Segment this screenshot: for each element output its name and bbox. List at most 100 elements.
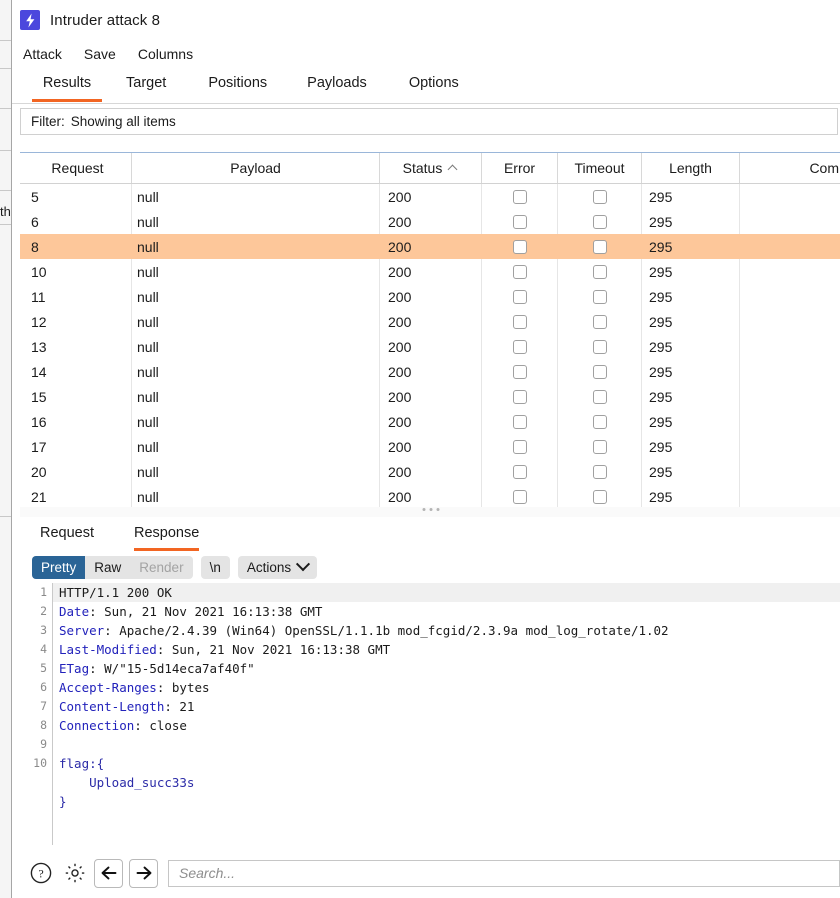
tab-target[interactable]: Target [126,68,166,102]
search-previous-button[interactable] [94,858,123,888]
arrow-left-icon [101,866,116,880]
timeout-checkbox[interactable] [593,189,607,204]
cell-error [482,309,558,334]
tab-payloads[interactable]: Payloads [307,68,367,102]
column-header-status[interactable]: Status [380,153,482,183]
header-value: : W/"15-5d14eca7af40f" [89,661,255,676]
cell-error [482,234,558,259]
timeout-checkbox[interactable] [593,289,607,304]
table-row[interactable]: 11 null 200 295 [20,284,840,309]
timeout-checkbox[interactable] [593,214,607,229]
timeout-checkbox[interactable] [593,389,607,404]
error-checkbox[interactable] [513,464,527,479]
newline-toggle-button[interactable]: \n [200,555,230,579]
filter-bar[interactable]: Filter: Showing all items [20,108,838,135]
timeout-checkbox[interactable] [593,239,607,254]
timeout-checkbox[interactable] [593,264,607,279]
cell-request: 8 [31,238,39,255]
error-checkbox[interactable] [513,314,527,329]
cell-payload: null [137,188,159,205]
tab-request[interactable]: Request [40,519,94,551]
header-value: : 21 [164,699,195,714]
timeout-checkbox[interactable] [593,364,607,379]
cell-length: 295 [649,213,673,230]
line-number: 7 [40,699,47,713]
response-line: Upload_succ33s [53,773,840,792]
cell-request: 16 [31,413,47,430]
cell-status: 200 [388,363,412,380]
cell-timeout [558,234,642,259]
timeout-checkbox[interactable] [593,464,607,479]
error-checkbox[interactable] [513,264,527,279]
timeout-checkbox[interactable] [593,489,607,504]
column-header-payload[interactable]: Payload [132,153,380,183]
table-row[interactable]: 12 null 200 295 [20,309,840,334]
actions-button[interactable]: Actions [237,555,318,579]
gear-icon[interactable] [62,860,88,886]
menu-item-attack[interactable]: Attack [23,43,62,65]
column-header-request[interactable]: Request [24,153,132,183]
search-next-button[interactable] [129,858,158,888]
error-checkbox[interactable] [513,339,527,354]
menu-item-save[interactable]: Save [84,43,116,65]
timeout-checkbox[interactable] [593,414,607,429]
cell-payload: null [137,488,159,505]
response-body-text: Upload_succ33s [59,775,195,790]
timeout-checkbox[interactable] [593,314,607,329]
cell-error [482,459,558,484]
timeout-checkbox[interactable] [593,339,607,354]
horizontal-splitter[interactable] [20,507,840,517]
cell-length: 295 [649,413,673,430]
table-row[interactable]: 16 null 200 295 [20,409,840,434]
header-name: Content-Length [59,699,165,714]
table-row[interactable]: 5 null 200 295 [20,184,840,209]
table-row[interactable]: 10 null 200 295 [20,259,840,284]
cell-request: 20 [31,463,47,480]
svg-text:?: ? [38,866,43,880]
view-mode-raw[interactable]: Raw [85,556,130,579]
splitter-grip-icon [422,508,439,511]
error-checkbox[interactable] [513,414,527,429]
error-checkbox[interactable] [513,189,527,204]
error-checkbox[interactable] [513,489,527,504]
view-mode-pretty[interactable]: Pretty [32,555,86,579]
window-title: Intruder attack 8 [50,11,161,29]
table-row[interactable]: 13 null 200 295 [20,334,840,359]
line-number [20,773,52,792]
line-number: 4 [40,642,47,656]
table-row[interactable]: 14 null 200 295 [20,359,840,384]
cell-comment [740,209,840,234]
column-header-comment[interactable]: Com [740,153,840,183]
cell-payload: null [137,238,159,255]
actions-button-label: Actions [246,559,292,575]
response-viewer[interactable]: 1 2 3 4 5 6 7 8 9 10 HTTP/1.1 200 OK Date: Sun, 21… [20,583,840,845]
timeout-checkbox[interactable] [593,439,607,454]
table-row[interactable]: 6 null 200 295 [20,209,840,234]
tab-results[interactable]: Results [32,68,102,102]
header-value: : Sun, 21 Nov 2021 16:13:38 GMT [89,604,323,619]
menu-item-columns[interactable]: Columns [138,43,193,65]
view-mode-render[interactable]: Render [130,556,192,579]
view-mode-segmented-control: Pretty Raw Render [32,555,193,579]
error-checkbox[interactable] [513,389,527,404]
column-header-error[interactable]: Error [482,153,558,183]
error-checkbox[interactable] [513,214,527,229]
table-row[interactable]: 8 null 200 295 [20,234,840,259]
question-mark-icon[interactable]: ? [28,860,54,886]
tab-positions[interactable]: Positions [208,68,267,102]
search-input[interactable]: Search... [168,859,840,887]
table-row[interactable]: 20 null 200 295 [20,459,840,484]
table-row[interactable]: 15 null 200 295 [20,384,840,409]
tab-response[interactable]: Response [134,519,200,551]
column-header-timeout[interactable]: Timeout [558,153,642,183]
error-checkbox[interactable] [513,289,527,304]
tab-options[interactable]: Options [409,68,459,102]
error-checkbox[interactable] [513,439,527,454]
response-content[interactable]: HTTP/1.1 200 OK Date: Sun, 21 Nov 2021 16… [53,583,840,845]
cell-timeout [558,459,642,484]
table-row[interactable]: 21 null 200 295 [20,484,840,507]
table-row[interactable]: 17 null 200 295 [20,434,840,459]
error-checkbox[interactable] [513,364,527,379]
error-checkbox[interactable] [513,239,527,254]
column-header-length[interactable]: Length [642,153,740,183]
